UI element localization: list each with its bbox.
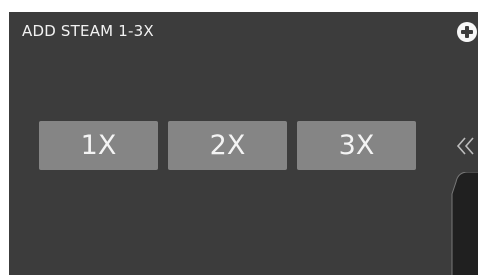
steam-panel: ADD STEAM 1-3X 1X 2X 3X xyxy=(9,12,478,275)
steam-3x-button[interactable]: 3X xyxy=(297,121,416,170)
double-chevron-left-icon[interactable] xyxy=(456,134,476,158)
steam-2x-button[interactable]: 2X xyxy=(168,121,287,170)
screen-frame: ADD STEAM 1-3X 1X 2X 3X xyxy=(0,0,478,275)
steam-1x-button[interactable]: 1X xyxy=(39,121,158,170)
panel-title: ADD STEAM 1-3X xyxy=(22,22,154,40)
add-button[interactable] xyxy=(457,22,477,42)
side-drawer-tab xyxy=(451,172,478,275)
